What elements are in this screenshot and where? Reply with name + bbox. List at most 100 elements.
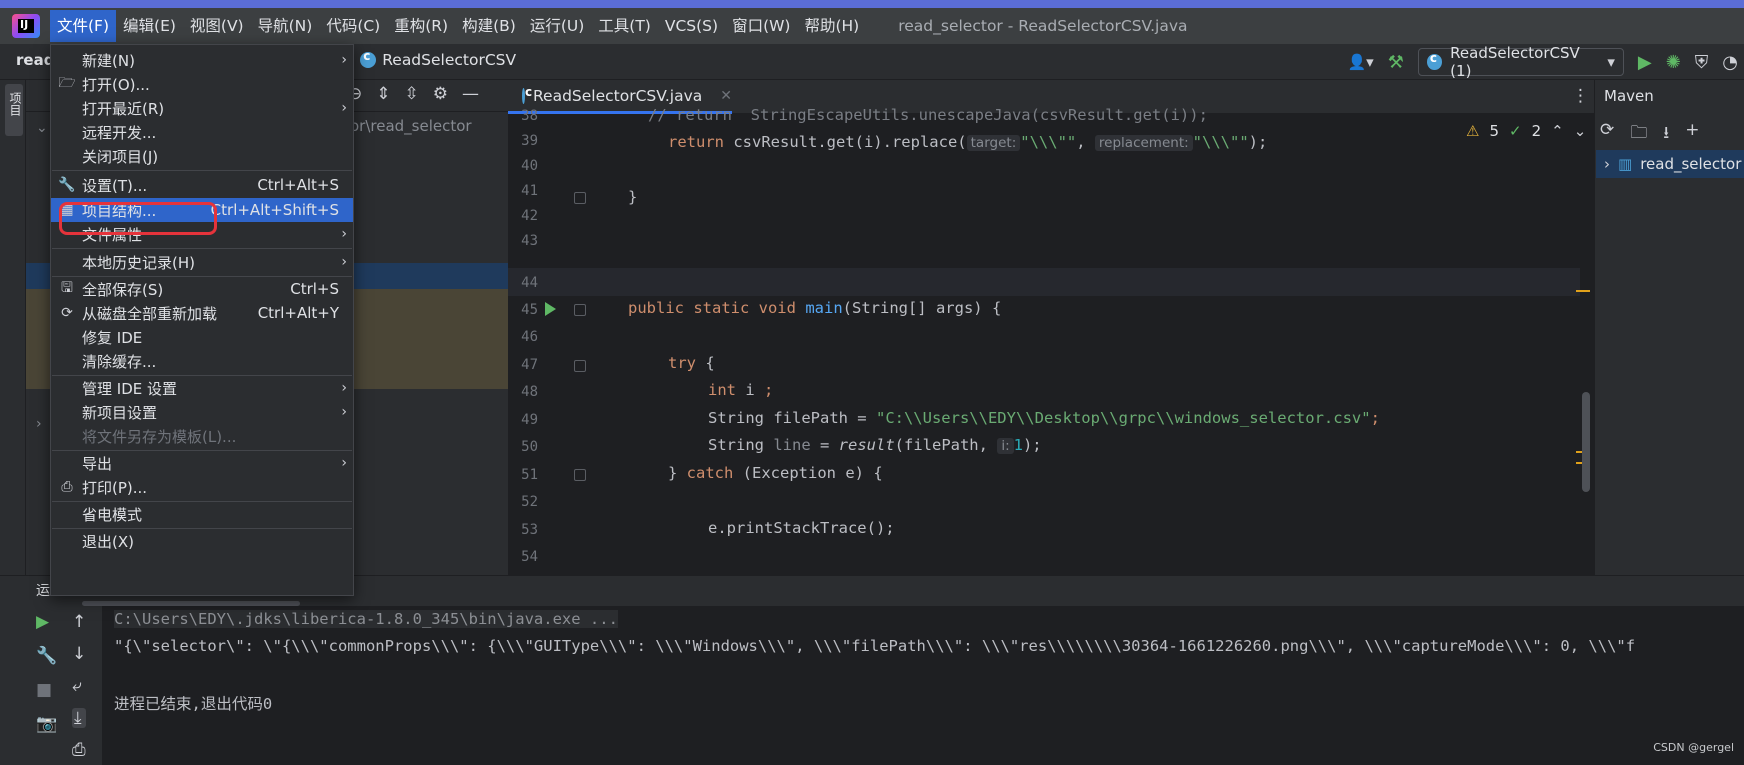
more-options-icon[interactable]: ⋮ xyxy=(1572,86,1589,106)
rerun-icon[interactable]: ▶ xyxy=(36,612,57,632)
file-menu-exit[interactable]: 退出(X) xyxy=(51,529,353,553)
menu-navigate[interactable]: 导航(N) xyxy=(251,10,320,42)
menu-help[interactable]: 帮助(H) xyxy=(797,10,866,42)
file-menu-open[interactable]: 🗁 打开(O)... xyxy=(51,72,353,96)
fold-marker-icon[interactable] xyxy=(574,192,586,204)
file-menu-dropdown: 新建(N) › 🗁 打开(O)... 打开最近(R) › 远程开发... 关闭项目(J… xyxy=(50,44,354,596)
file-menu-close-project[interactable]: 关闭项目(J) xyxy=(51,144,353,168)
chevron-down-icon[interactable]: ⌄ xyxy=(36,120,48,136)
java-class-icon xyxy=(522,85,532,104)
line-number: 40 xyxy=(521,158,538,174)
line-number: 43 xyxy=(521,233,538,249)
minimize-icon[interactable]: — xyxy=(462,84,479,104)
chevron-up-icon[interactable]: ⌃ xyxy=(1551,122,1564,140)
line-number: 52 xyxy=(521,494,538,510)
wrench-icon[interactable]: 🔧 xyxy=(36,646,57,666)
file-menu-save-all[interactable]: 🖫 全部保存(S) Ctrl+S xyxy=(51,277,353,301)
console-output[interactable] xyxy=(102,606,1744,765)
menu-view[interactable]: 视图(V) xyxy=(183,10,251,42)
download-icon[interactable]: ⭳ xyxy=(1663,120,1669,149)
run-gutter-icon[interactable] xyxy=(545,302,556,316)
file-menu-export[interactable]: 导出 › xyxy=(51,451,353,475)
inspection-widget[interactable]: ⚠ 5 ✓ 2 ⌃ ⌄ xyxy=(1466,122,1586,140)
breadcrumb-file[interactable]: ReadSelectorCSV xyxy=(382,51,516,69)
menu-refactor[interactable]: 重构(R) xyxy=(387,10,455,42)
chevron-right-icon: › xyxy=(341,226,347,242)
fold-marker-icon[interactable] xyxy=(574,304,586,316)
file-menu-power-save[interactable]: 省电模式 xyxy=(51,502,353,526)
java-class-icon xyxy=(1426,51,1443,70)
menu-tools[interactable]: 工具(T) xyxy=(591,10,658,42)
project-tool-tab-label: 项目 xyxy=(8,92,22,116)
file-menu-reload-all[interactable]: ⟳ 从磁盘全部重新加载 Ctrl+Alt+Y xyxy=(51,301,353,325)
line-number: 45 xyxy=(521,302,538,318)
file-menu-remote-dev[interactable]: 远程开发... xyxy=(51,120,353,144)
profiler-icon[interactable]: ◔ xyxy=(1722,52,1738,73)
menu-build[interactable]: 构建(B) xyxy=(455,10,523,42)
build-hammer-icon[interactable]: ⚒ xyxy=(1388,52,1404,73)
menu-run[interactable]: 运行(U) xyxy=(523,10,591,42)
file-menu-settings[interactable]: 🔧 设置(T)... Ctrl+Alt+S xyxy=(51,173,353,197)
file-menu-manage-ide-settings[interactable]: 管理 IDE 设置 › xyxy=(51,376,353,400)
maven-project-item[interactable]: › ▥ read_selector xyxy=(1596,150,1744,178)
annotation-highlight-box xyxy=(59,202,217,235)
menu-window[interactable]: 窗口(W) xyxy=(725,10,797,42)
file-menu-open-recent[interactable]: 打开最近(R) › xyxy=(51,96,353,120)
print-icon: ⎙ xyxy=(61,479,73,495)
user-icon[interactable]: 👤▾ xyxy=(1347,53,1373,71)
warning-icon: ⚠ xyxy=(1466,122,1480,140)
code-line-48: int i ; xyxy=(708,381,774,399)
soft-wrap-icon[interactable]: ⤶ xyxy=(72,676,86,696)
debug-bug-icon[interactable]: ✺ xyxy=(1666,52,1681,73)
maven-project-label: read_selector xyxy=(1640,155,1742,173)
menu-file[interactable]: 文件(F) xyxy=(50,10,117,42)
coverage-shield-icon[interactable]: ⛨ xyxy=(1695,52,1709,73)
menu-vcs[interactable]: VCS(S) xyxy=(658,10,725,42)
camera-icon[interactable]: 📷 xyxy=(36,714,57,734)
expand-all-icon[interactable]: ⇕ xyxy=(376,84,390,104)
chevron-right-icon: › xyxy=(341,455,347,471)
fold-marker-icon[interactable] xyxy=(574,469,586,481)
arrow-down-icon[interactable]: ↓ xyxy=(72,644,86,664)
scroll-to-end-icon[interactable]: ⤓ xyxy=(72,708,87,728)
print-icon[interactable]: ⎙ xyxy=(72,740,86,760)
reload-icon: ⟳ xyxy=(61,305,73,321)
arrow-up-icon[interactable]: ↑ xyxy=(72,612,86,632)
file-menu-invalidate-caches[interactable]: 清除缓存... xyxy=(51,349,353,373)
file-menu-new[interactable]: 新建(N) › xyxy=(51,48,353,72)
collapse-all-icon[interactable]: ⇳ xyxy=(405,84,419,104)
stop-icon[interactable]: ■ xyxy=(36,680,57,700)
refresh-icon[interactable]: ⟳ xyxy=(1600,120,1614,149)
close-icon[interactable]: ✕ xyxy=(720,88,732,104)
add-icon[interactable]: + xyxy=(1685,120,1699,149)
code-line-53: e.printStackTrace(); xyxy=(708,519,895,537)
menu-edit[interactable]: 编辑(E) xyxy=(116,10,183,42)
run-icon[interactable]: ▶ xyxy=(1638,52,1652,73)
code-editor[interactable] xyxy=(508,114,1594,575)
window-top-strip xyxy=(0,0,1744,8)
add-project-icon[interactable]: 🗀 xyxy=(1630,120,1647,149)
fold-marker-icon[interactable] xyxy=(574,360,586,372)
breadcrumb: › ReadSelectorCSV xyxy=(348,49,516,69)
folder-icon: 🗁 xyxy=(58,75,76,91)
file-menu-new-project-settings[interactable]: 新项目设置 › xyxy=(51,400,353,424)
file-menu-print[interactable]: ⎙ 打印(P)... xyxy=(51,475,353,499)
file-menu-repair-ide[interactable]: 修复 IDE xyxy=(51,325,353,349)
chevron-right-icon: › xyxy=(341,52,347,68)
menu-code[interactable]: 代码(C) xyxy=(319,10,387,42)
maven-title: Maven xyxy=(1604,87,1654,105)
code-line-51: } catch (Exception e) { xyxy=(668,464,883,482)
editor-scrollbar[interactable] xyxy=(1582,392,1590,492)
line-number: 53 xyxy=(521,522,538,538)
project-name-crumb[interactable]: read xyxy=(16,51,54,69)
gear-icon[interactable]: ⚙ xyxy=(433,84,448,104)
chevron-down-icon[interactable]: ⌄ xyxy=(1574,122,1587,140)
console-line-exit: 进程已结束,退出代码0 xyxy=(114,695,273,713)
file-menu-local-history[interactable]: 本地历史记录(H) › xyxy=(51,250,353,274)
code-line-41: } xyxy=(628,188,638,206)
chevron-right-icon[interactable]: › xyxy=(36,416,42,432)
run-configuration-select[interactable]: ReadSelectorCSV (1) ▾ xyxy=(1417,44,1624,80)
intellij-logo-icon[interactable]: IJ xyxy=(12,14,40,38)
line-number: 51 xyxy=(521,467,538,483)
run-toolbar-secondary: ↑ ↓ ⤶ ⤓ ⎙ xyxy=(72,612,87,760)
